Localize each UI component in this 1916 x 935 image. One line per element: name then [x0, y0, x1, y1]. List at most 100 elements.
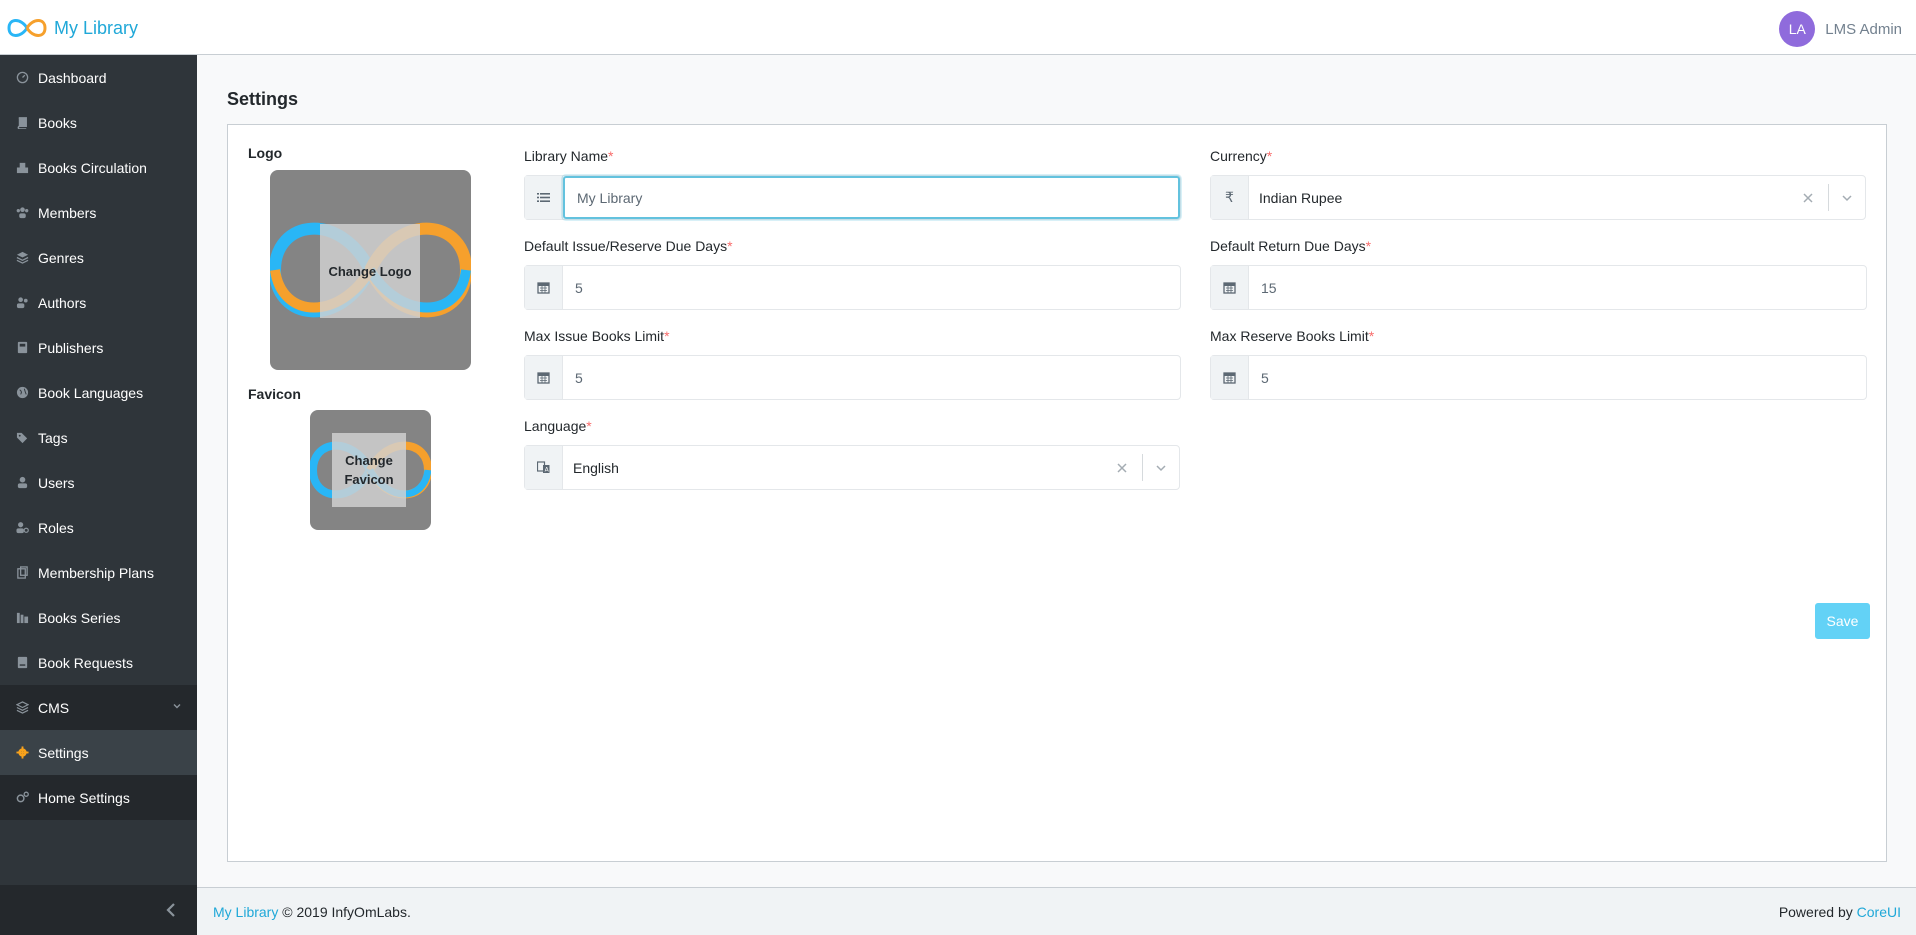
issue-due-days-input[interactable]	[563, 266, 1180, 309]
chevron-down-icon[interactable]	[1143, 446, 1179, 489]
settings-card: Logo Change Logo Favicon Change Favicon …	[227, 124, 1887, 862]
powered-by-text: Powered by	[1778, 903, 1853, 920]
sidebar-item-publishers[interactable]: Publishers	[0, 325, 197, 370]
sidebar-item-book-languages[interactable]: Book Languages	[0, 370, 197, 415]
sidebar-item-label: Authors	[38, 294, 87, 311]
sidebar-item-label: Tags	[38, 429, 68, 446]
max-issue-label: Max Issue Books Limit*	[524, 328, 670, 344]
return-due-days-group	[1210, 265, 1867, 310]
change-favicon-button[interactable]: Change Favicon	[332, 433, 406, 507]
request-icon	[15, 656, 29, 670]
sidebar-item-label: Book Languages	[38, 384, 144, 401]
page-title: Settings	[227, 89, 299, 109]
sidebar-item-label: Settings	[38, 744, 89, 761]
logo-preview[interactable]: Change Logo	[270, 170, 471, 370]
brand[interactable]: My Library	[6, 14, 138, 42]
library-name-input[interactable]	[563, 176, 1180, 219]
favicon-label: Favicon	[248, 386, 301, 402]
brand-name: My Library	[54, 17, 139, 38]
sidebar-item-books[interactable]: Books	[0, 100, 197, 145]
currency-select[interactable]: ₹ Indian Rupee	[1210, 175, 1866, 220]
sidebar: Dashboard Books Books Circulation Member…	[0, 55, 197, 935]
sidebar-minimizer[interactable]	[0, 885, 197, 935]
return-due-days-label: Default Return Due Days*	[1210, 238, 1372, 254]
currency-value: Indian Rupee	[1259, 189, 1343, 206]
members-icon	[15, 206, 29, 220]
clear-icon[interactable]	[1102, 446, 1142, 489]
sidebar-item-label: Home Settings	[38, 789, 130, 806]
sidebar-item-authors[interactable]: Authors	[0, 280, 197, 325]
logo-label: Logo	[248, 145, 283, 161]
plans-icon	[15, 566, 29, 580]
sidebar-item-users[interactable]: Users	[0, 460, 197, 505]
sidebar-item-book-requests[interactable]: Book Requests	[0, 640, 197, 685]
main-content: Settings Logo Change Logo Favicon Change…	[197, 55, 1916, 887]
list-icon	[525, 176, 563, 219]
footer-left: My Library © 2019 InfyOmLabs.	[213, 904, 411, 920]
layers-icon	[15, 701, 29, 715]
calendar-icon	[1211, 266, 1249, 309]
series-icon	[15, 611, 29, 625]
cogs-icon	[15, 791, 29, 805]
sidebar-item-label: Users	[38, 474, 75, 491]
max-reserve-group	[1210, 355, 1867, 400]
sidebar-item-roles[interactable]: Roles	[0, 505, 197, 550]
currency-label: Currency*	[1210, 148, 1273, 164]
gear-icon	[15, 746, 29, 760]
max-reserve-input[interactable]	[1249, 356, 1866, 399]
top-header: My Library LA LMS Admin	[0, 0, 1916, 55]
sidebar-item-tags[interactable]: Tags	[0, 415, 197, 460]
library-name-group	[524, 175, 1181, 220]
save-button[interactable]: Save	[1815, 603, 1870, 639]
clear-icon[interactable]	[1788, 176, 1828, 219]
return-due-days-input[interactable]	[1249, 266, 1866, 309]
avatar[interactable]: LA	[1779, 11, 1816, 47]
sidebar-item-members[interactable]: Members	[0, 190, 197, 235]
user-menu[interactable]: LA LMS Admin	[1779, 11, 1902, 47]
sidebar-item-label: Books Circulation	[38, 159, 147, 176]
max-issue-input[interactable]	[563, 356, 1180, 399]
sidebar-item-settings[interactable]: Settings	[0, 730, 197, 775]
chevron-left-icon[interactable]	[163, 901, 179, 919]
language-label: Language*	[524, 418, 592, 434]
sidebar-item-home-settings[interactable]: Home Settings	[0, 775, 197, 820]
layers-icon	[15, 251, 29, 265]
infinity-logo-icon	[7, 19, 47, 37]
language-select[interactable]: A English	[524, 445, 1180, 490]
book-icon	[15, 116, 29, 130]
sidebar-item-label: Roles	[38, 519, 74, 536]
sidebar-item-label: Book Requests	[38, 654, 133, 671]
issue-due-days-label: Default Issue/Reserve Due Days*	[524, 238, 733, 254]
sidebar-item-cms[interactable]: CMS	[0, 685, 197, 730]
issue-due-days-group	[524, 265, 1181, 310]
user-name[interactable]: LMS Admin	[1825, 21, 1902, 38]
max-issue-group	[524, 355, 1181, 400]
rupee-icon: ₹	[1211, 176, 1249, 219]
sidebar-item-label: Members	[38, 204, 97, 221]
change-logo-button[interactable]: Change Logo	[320, 224, 420, 318]
circulation-icon	[15, 161, 29, 175]
sidebar-item-genres[interactable]: Genres	[0, 235, 197, 280]
calendar-icon	[1211, 356, 1249, 399]
sidebar-item-dashboard[interactable]: Dashboard	[0, 55, 197, 100]
speedometer-icon	[15, 71, 29, 85]
sidebar-item-membership-plans[interactable]: Membership Plans	[0, 550, 197, 595]
sidebar-item-label: CMS	[38, 699, 70, 716]
chevron-down-icon[interactable]	[1829, 176, 1865, 219]
sidebar-item-label: Books Series	[38, 609, 121, 626]
user-cog-icon	[15, 521, 29, 535]
sidebar-item-label: Publishers	[38, 339, 104, 356]
sidebar-item-label: Membership Plans	[38, 564, 154, 581]
tags-icon	[15, 431, 29, 445]
user-icon	[15, 476, 29, 490]
calendar-icon	[525, 356, 563, 399]
favicon-preview[interactable]: Change Favicon	[310, 410, 431, 530]
max-reserve-label: Max Reserve Books Limit*	[1210, 328, 1375, 344]
footer-brand-link[interactable]: My Library	[213, 904, 278, 920]
publisher-icon	[15, 341, 29, 355]
sidebar-item-label: Books	[38, 114, 77, 131]
sidebar-item-books-circulation[interactable]: Books Circulation	[0, 145, 197, 190]
chevron-down-icon[interactable]	[171, 700, 183, 712]
coreui-link[interactable]: CoreUI	[1857, 904, 1901, 920]
sidebar-item-books-series[interactable]: Books Series	[0, 595, 197, 640]
